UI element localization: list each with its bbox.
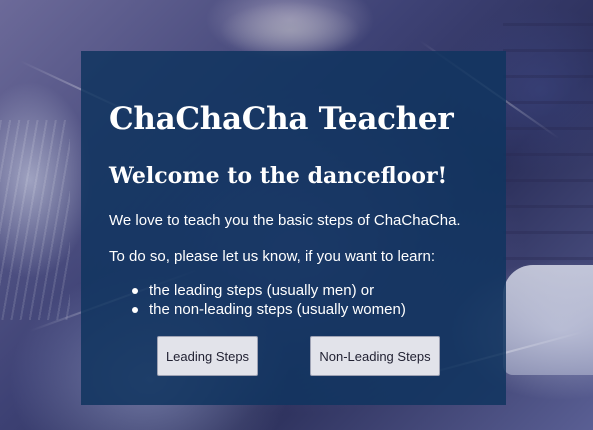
prompt-text: To do so, please let us know, if you wan… — [109, 248, 436, 265]
list-item-leading: the leading steps (usually men) or — [129, 281, 406, 300]
welcome-heading: Welcome to the dancefloor! — [109, 163, 448, 189]
background-building — [503, 0, 593, 260]
intro-text: We love to teach you the basic steps of … — [109, 212, 461, 229]
background-van — [503, 265, 593, 375]
list-item-non-leading: the non-leading steps (usually women) — [129, 300, 406, 319]
app-title: ChaChaCha Teacher — [109, 101, 454, 137]
welcome-panel: ChaChaCha Teacher Welcome to the dancefl… — [81, 51, 506, 405]
step-options-list: the leading steps (usually men) or the n… — [129, 281, 406, 319]
non-leading-steps-button[interactable]: Non-Leading Steps — [310, 336, 440, 376]
background-tree — [0, 120, 70, 320]
leading-steps-button[interactable]: Leading Steps — [157, 336, 258, 376]
